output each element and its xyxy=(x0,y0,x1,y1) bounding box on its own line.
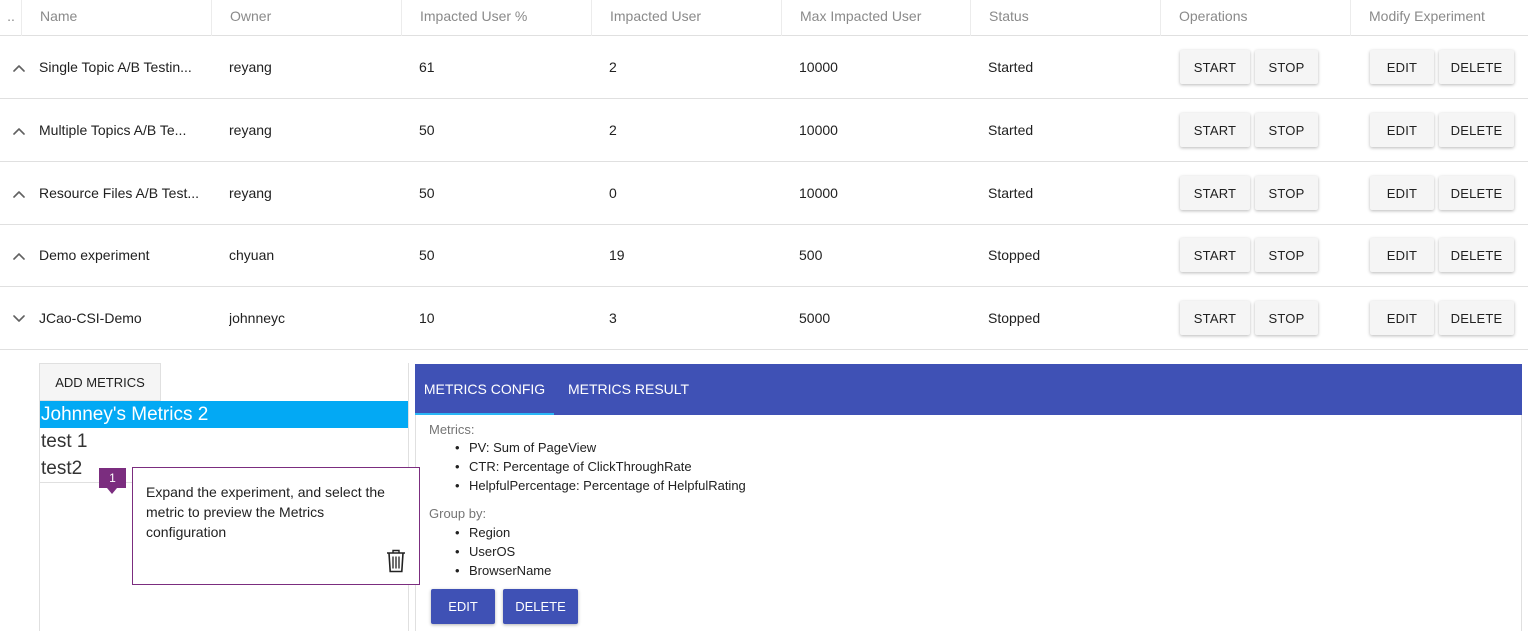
cell-owner: reyang xyxy=(229,122,272,138)
annotation-text: Expand the experiment, and select the me… xyxy=(146,484,385,540)
chevron-up-icon[interactable] xyxy=(10,122,28,140)
table-row: JCao-CSI-Demo johnneyc 10 3 5000 Stopped START… xyxy=(0,287,1528,350)
cell-impacted-percent: 50 xyxy=(419,122,435,138)
cell-status: Started xyxy=(988,59,1034,75)
cell-impacted-percent: 10 xyxy=(419,310,435,326)
header-status[interactable]: Status xyxy=(970,0,1161,36)
stop-button[interactable]: STOP xyxy=(1255,176,1318,210)
cell-impacted-percent: 50 xyxy=(419,247,435,263)
cell-name: JCao-CSI-Demo xyxy=(39,310,142,326)
group-by-item: Region xyxy=(455,523,551,542)
delete-button[interactable]: DELETE xyxy=(1439,301,1514,335)
chevron-up-icon[interactable] xyxy=(10,247,28,265)
start-button[interactable]: START xyxy=(1180,113,1250,147)
cell-max-impacted-user: 10000 xyxy=(799,122,838,138)
annotation-badge: 1 xyxy=(99,468,126,494)
group-by-list: Region UserOS BrowserName xyxy=(455,523,551,580)
header-dots: .. xyxy=(7,8,15,24)
cell-owner: johnneyc xyxy=(229,310,286,326)
cell-status: Started xyxy=(988,122,1034,138)
chevron-up-icon[interactable] xyxy=(10,185,28,203)
cell-impacted-user: 0 xyxy=(609,185,617,201)
cell-status: Started xyxy=(988,185,1034,201)
start-button[interactable]: START xyxy=(1180,238,1250,272)
cell-impacted-user: 2 xyxy=(609,122,617,138)
cell-max-impacted-user: 10000 xyxy=(799,59,838,75)
cell-name: Resource Files A/B Test... xyxy=(39,185,200,201)
delete-button[interactable]: DELETE xyxy=(1439,238,1514,272)
metrics-config-list: PV: Sum of PageView CTR: Percentage of C… xyxy=(455,438,746,495)
stop-button[interactable]: STOP xyxy=(1255,238,1318,272)
cell-status: Stopped xyxy=(988,310,1041,326)
metric-definition: PV: Sum of PageView xyxy=(455,438,746,457)
delete-button[interactable]: DELETE xyxy=(1439,50,1514,84)
cell-max-impacted-user: 10000 xyxy=(799,185,838,201)
trash-icon[interactable] xyxy=(386,549,406,573)
header-name[interactable]: Name xyxy=(21,0,212,36)
start-button[interactable]: START xyxy=(1180,301,1250,335)
cell-max-impacted-user: 500 xyxy=(799,247,823,263)
tab-metrics-config[interactable]: METRICS CONFIG xyxy=(415,364,554,415)
cell-impacted-percent: 50 xyxy=(419,185,435,201)
cell-owner: reyang xyxy=(229,185,272,201)
cell-max-impacted-user: 5000 xyxy=(799,310,831,326)
delete-button[interactable]: DELETE xyxy=(1439,113,1514,147)
cell-status: Stopped xyxy=(988,247,1041,263)
delete-button[interactable]: DELETE xyxy=(1439,176,1514,210)
table-header: .. Name Owner Impacted User % Impacted U… xyxy=(0,0,1528,36)
metrics-list-item[interactable]: test 1 xyxy=(40,428,408,455)
cell-name: Multiple Topics A/B Te... xyxy=(39,122,187,138)
table-row: Multiple Topics A/B Te... reyang 50 2 10000 S… xyxy=(0,99,1528,162)
metrics-list-item[interactable]: Johnney's Metrics 2 xyxy=(40,401,408,428)
metrics-tab-bar: METRICS CONFIG METRICS RESULT xyxy=(415,364,1522,415)
stop-button[interactable]: STOP xyxy=(1255,50,1318,84)
group-by-item: BrowserName xyxy=(455,561,551,580)
header-owner[interactable]: Owner xyxy=(211,0,402,36)
edit-button[interactable]: EDIT xyxy=(1370,176,1434,210)
edit-button[interactable]: EDIT xyxy=(1370,113,1434,147)
chevron-up-icon[interactable] xyxy=(10,59,28,77)
metric-definition: CTR: Percentage of ClickThroughRate xyxy=(455,457,746,476)
edit-button[interactable]: EDIT xyxy=(1370,301,1434,335)
header-operations: Operations xyxy=(1160,0,1351,36)
stop-button[interactable]: STOP xyxy=(1255,301,1318,335)
metric-definition: HelpfulPercentage: Percentage of Helpful… xyxy=(455,476,746,495)
cell-name: Single Topic A/B Testin... xyxy=(39,59,192,75)
metrics-section-label: Metrics: xyxy=(429,422,475,437)
start-button[interactable]: START xyxy=(1180,50,1250,84)
tab-metrics-result[interactable]: METRICS RESULT xyxy=(568,364,689,415)
cell-owner: chyuan xyxy=(229,247,275,263)
cell-impacted-user: 19 xyxy=(609,247,625,263)
metrics-edit-button[interactable]: EDIT xyxy=(431,589,495,624)
group-by-item: UserOS xyxy=(455,542,551,561)
cell-name: Demo experiment xyxy=(39,247,150,263)
group-by-section-label: Group by: xyxy=(429,506,487,521)
start-button[interactable]: START xyxy=(1180,176,1250,210)
cell-impacted-percent: 61 xyxy=(419,59,435,75)
cell-owner: reyang xyxy=(229,59,272,75)
edit-button[interactable]: EDIT xyxy=(1370,50,1434,84)
table-row: Single Topic A/B Testin... reyang 61 2 10000… xyxy=(0,36,1528,99)
table-row: Demo experiment chyuan 50 19 500 Stopped START… xyxy=(0,224,1528,287)
metrics-delete-button[interactable]: DELETE xyxy=(503,589,578,624)
edit-button[interactable]: EDIT xyxy=(1370,238,1434,272)
table-row: Resource Files A/B Test... reyang 50 0 10000… xyxy=(0,162,1528,225)
stop-button[interactable]: STOP xyxy=(1255,113,1318,147)
cell-impacted-user: 2 xyxy=(609,59,617,75)
add-metrics-button[interactable]: ADD METRICS xyxy=(40,363,161,401)
chevron-down-icon[interactable] xyxy=(10,310,28,328)
header-max-impacted-user[interactable]: Max Impacted User xyxy=(781,0,972,36)
cell-impacted-user: 3 xyxy=(609,310,617,326)
header-impacted-user[interactable]: Impacted User xyxy=(591,0,782,36)
header-modify-experiment: Modify Experiment xyxy=(1350,0,1528,36)
header-impacted-percent[interactable]: Impacted User % xyxy=(401,0,592,36)
annotation-callout: Expand the experiment, and select the me… xyxy=(132,467,420,585)
